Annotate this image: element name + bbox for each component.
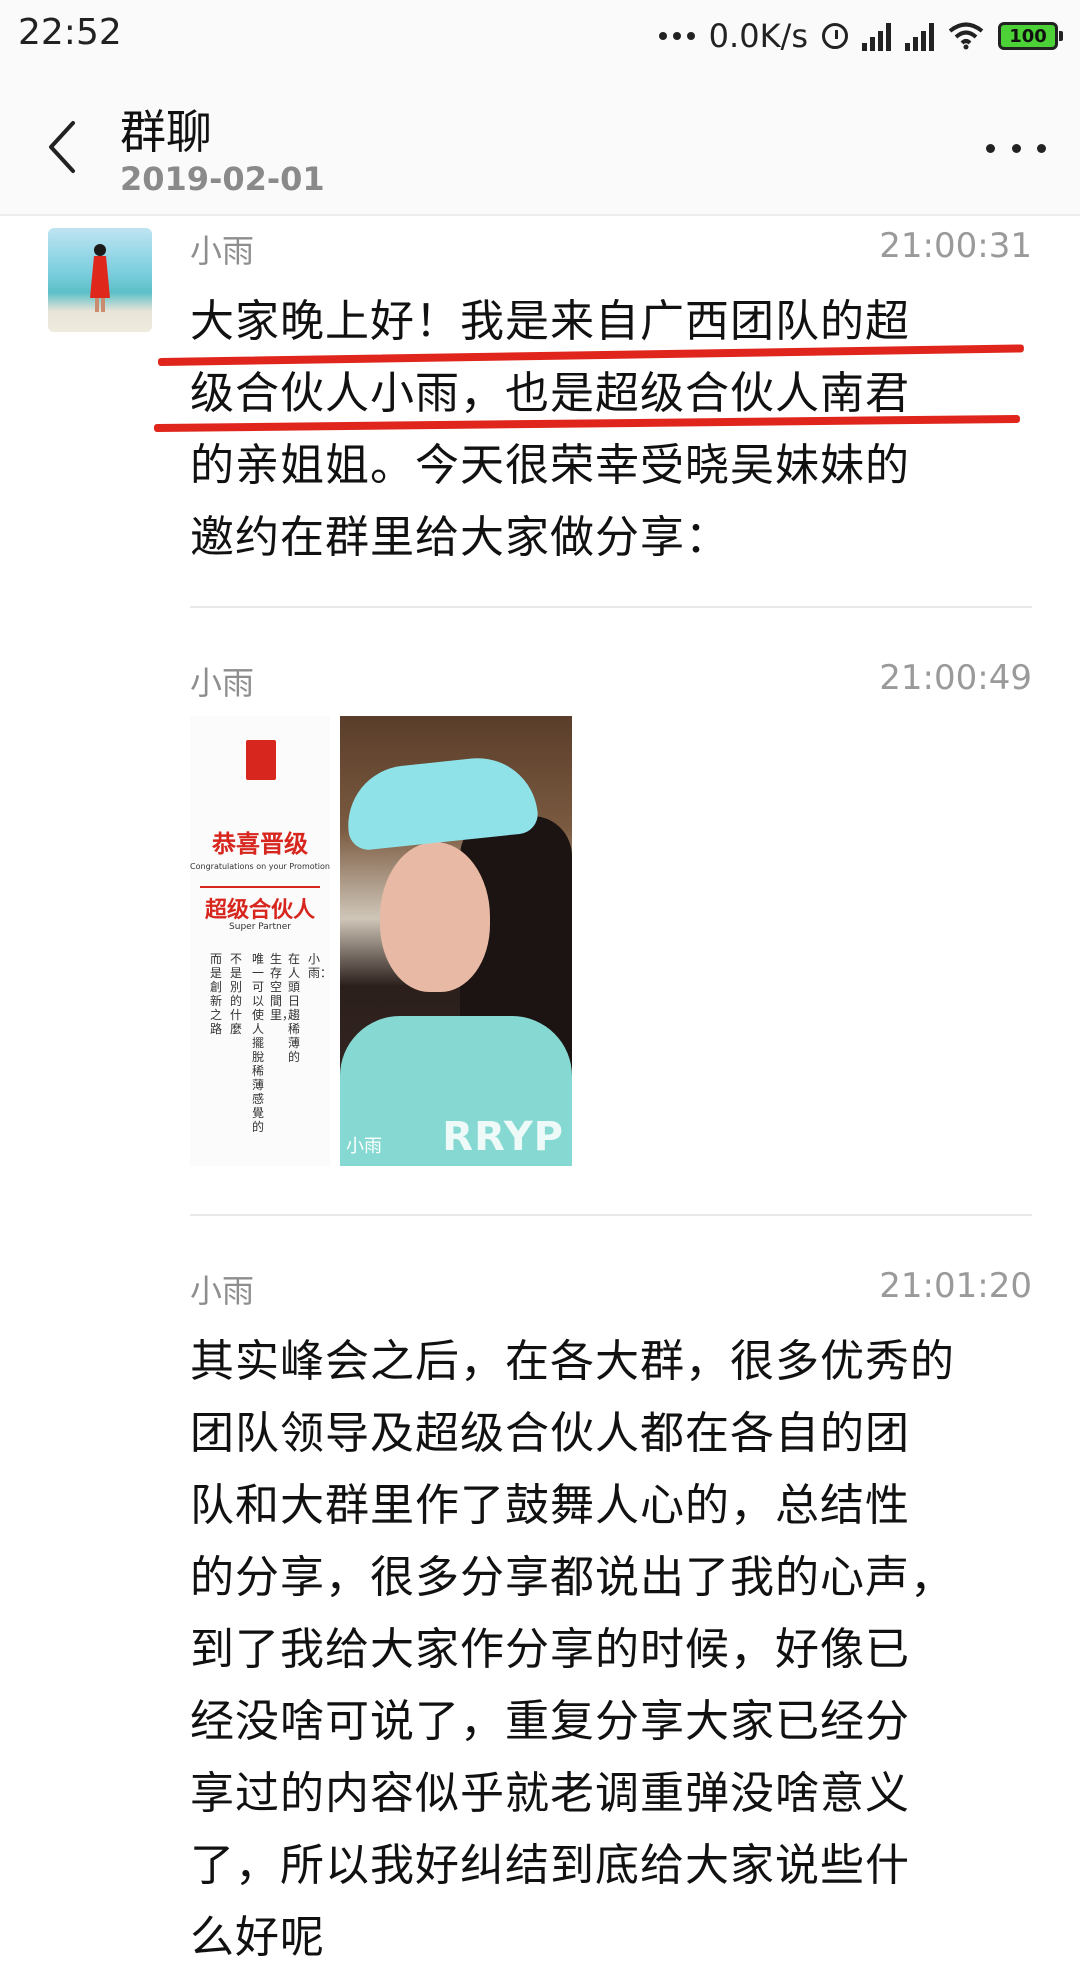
poster-column: 生存空間里， [270,952,295,1022]
wifi-icon [948,22,984,50]
promotion-poster: 恭喜晋级 Congratulations on your Promotion 超… [190,716,333,1166]
status-bar: 22:52 0.0K/s 100 [0,0,1080,78]
alarm-icon [822,23,848,49]
poster-divider [200,886,320,888]
poster-column: 小雨： [308,952,333,980]
message-line: 了，所以我好纠结到底给大家说些什 [190,1840,910,1891]
photo-watermark: RRYP [442,1114,564,1160]
battery-icon: 100 [998,22,1063,50]
network-speed: 0.0K/s [708,17,808,55]
message-divider [190,606,1032,608]
signal-icon-2 [905,21,934,51]
poster-column: 不是別的什麼 [230,952,243,1036]
message-time: 21:00:31 [879,226,1032,266]
message-sender: 小雨 [190,232,255,270]
page-title: 群聊 [120,105,212,159]
more-options-button[interactable] [986,128,1046,168]
message-line: 邀约在群里给大家做分享： [190,512,730,563]
message-time: 21:00:49 [879,658,1032,698]
signal-icon [862,21,891,51]
status-time: 22:52 [18,12,122,53]
message-sender: 小雨 [190,664,255,702]
poster-column: 唯一可以使人擺脫稀薄感覺的 [252,952,265,1134]
chevron-left-icon [49,121,75,173]
message-image[interactable]: 恭喜晋级 Congratulations on your Promotion 超… [190,716,572,1166]
avatar[interactable] [48,228,152,332]
message-line: 到了我给大家作分享的时候，好像已 [190,1624,910,1675]
message-time: 21:01:20 [879,1266,1032,1306]
message-line: 么好呢 [190,1912,325,1963]
brand-logo [246,740,276,780]
chat-header: 群聊 2019-02-01 [0,78,1080,216]
poster-heading-en: Super Partner [229,922,291,932]
message-line: 经没啥可说了，重复分享大家已经分 [190,1696,910,1747]
message-item[interactable]: 小雨 21:00:49 [190,658,1032,718]
back-button[interactable] [34,112,90,182]
message-line: 其实峰会之后，在各大群，很多优秀的 [190,1336,955,1387]
message-item[interactable]: 小雨 21:01:20 其实峰会之后，在各大群，很多优秀的 团队领导及超级合伙人… [190,1266,1032,1963]
message-line: 的分享，很多分享都说出了我的心声， [190,1552,955,1603]
message-line: 享过的内容似乎就老调重弹没啥意义 [190,1768,910,1819]
poster-subtitle: Congratulations on your Promotion [190,862,330,871]
message-sender: 小雨 [190,1272,255,1310]
poster-title: 恭喜晋级 [212,830,308,858]
photo-signature: 小雨 [346,1136,382,1157]
more-notifications-icon [658,32,695,40]
status-icons: 0.0K/s 100 [658,12,1063,60]
poster-column: 而是創新之路 [210,952,223,1036]
poster-heading: 超级合伙人 [204,898,315,923]
portrait-photo: 小雨 RRYP [340,716,572,1166]
message-line: 的亲姐姐。今天很荣幸受晓吴妹妹的 [190,440,910,491]
message-line: 团队领导及超级合伙人都在各自的团 [190,1408,910,1459]
message-divider [190,1214,1032,1216]
page-subtitle-date: 2019-02-01 [120,160,325,198]
message-item[interactable]: 小雨 21:00:31 大家晚上好！我是来自广西团队的超 级合伙人小雨，也是超级… [190,226,1032,563]
message-line: 队和大群里作了鼓舞人心的，总结性 [190,1480,910,1531]
message-text: 其实峰会之后，在各大群，很多优秀的 团队领导及超级合伙人都在各自的团 队和大群里… [190,1326,955,1974]
